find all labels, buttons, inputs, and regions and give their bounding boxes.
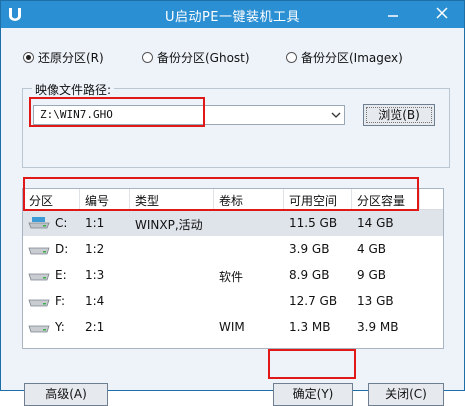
radio-backup-ghost[interactable]: 备份分区(Ghost): [142, 49, 250, 65]
dropdown-arrow-icon[interactable]: [331, 111, 341, 119]
cell-free: 11.5 GB: [289, 216, 338, 230]
table-row[interactable]: E: 1:3 软件 8.9 GB 9 GB: [23, 262, 443, 288]
annotation-highlight-path: [29, 97, 205, 127]
close-icon[interactable]: [436, 7, 448, 19]
radio-backup-imagex[interactable]: 备份分区(Imagex): [286, 49, 403, 65]
cell-partition: C:: [55, 216, 68, 230]
cell-capacity: 9 GB: [357, 268, 386, 282]
cell-free: 1.3 MB: [289, 320, 331, 334]
cell-type: WINXP,活动: [135, 218, 203, 232]
radio-label: 备份分区(Imagex): [301, 50, 403, 65]
cell-free: 3.9 GB: [289, 242, 330, 256]
radio-label: 还原分区(R): [38, 50, 104, 65]
table-row[interactable]: F: 1:4 12.7 GB 13 GB: [23, 288, 443, 314]
cell-label: WIM: [219, 320, 245, 334]
cell-capacity: 4 GB: [357, 242, 386, 256]
radio-dot: [23, 51, 34, 63]
radio-dot: [142, 51, 153, 63]
table-row[interactable]: D: 1:2 3.9 GB 4 GB: [23, 236, 443, 262]
cell-partition: E:: [55, 268, 67, 282]
cell-partition: D:: [55, 242, 69, 256]
close-button[interactable]: 关闭(C): [368, 383, 444, 406]
cell-number: 1:1: [85, 216, 105, 230]
image-path-label: 映像文件路径:: [32, 81, 115, 98]
cell-number: 1:4: [85, 294, 105, 308]
table-row[interactable]: Y: 2:1 WIM 1.3 MB 3.9 MB: [23, 314, 443, 340]
advanced-button[interactable]: 高级(A): [24, 383, 108, 406]
system-drive-icon: [28, 217, 50, 229]
cell-partition: Y:: [55, 320, 65, 334]
radio-label: 备份分区(Ghost): [157, 50, 250, 65]
title-bar[interactable]: U启动PE一键装机工具: [1, 1, 464, 28]
radio-dot: [286, 51, 297, 63]
cell-capacity: 13 GB: [357, 294, 394, 308]
drive-icon: [28, 299, 50, 307]
partition-table: 分区 编号 类型 卷标 可用空间 分区容量 C: 1:1 WINXP,活动 11…: [22, 188, 444, 349]
cell-capacity: 3.9 MB: [357, 320, 399, 334]
cell-label: 软件: [219, 270, 244, 284]
cell-free: 8.9 GB: [289, 268, 330, 282]
cell-number: 2:1: [85, 320, 105, 334]
cell-capacity: 14 GB: [357, 216, 394, 230]
table-row[interactable]: C: 1:1 WINXP,活动 11.5 GB 14 GB: [23, 210, 443, 236]
radio-restore-partition[interactable]: 还原分区(R): [23, 49, 104, 65]
drive-icon: [28, 325, 50, 333]
drive-icon: [28, 247, 50, 255]
cell-number: 1:3: [85, 268, 105, 282]
drive-icon: [28, 273, 50, 281]
cell-free: 12.7 GB: [289, 294, 338, 308]
annotation-highlight-row: [23, 177, 419, 211]
cell-partition: F:: [55, 294, 66, 308]
browse-button[interactable]: 浏览(B): [363, 104, 435, 126]
ok-button[interactable]: 确定(Y): [273, 383, 353, 406]
column-divider[interactable]: [419, 189, 420, 209]
focus-outline: [366, 107, 432, 123]
annotation-highlight-ok: [268, 349, 356, 379]
cell-number: 1:2: [85, 242, 105, 256]
minimize-icon[interactable]: [387, 7, 399, 19]
